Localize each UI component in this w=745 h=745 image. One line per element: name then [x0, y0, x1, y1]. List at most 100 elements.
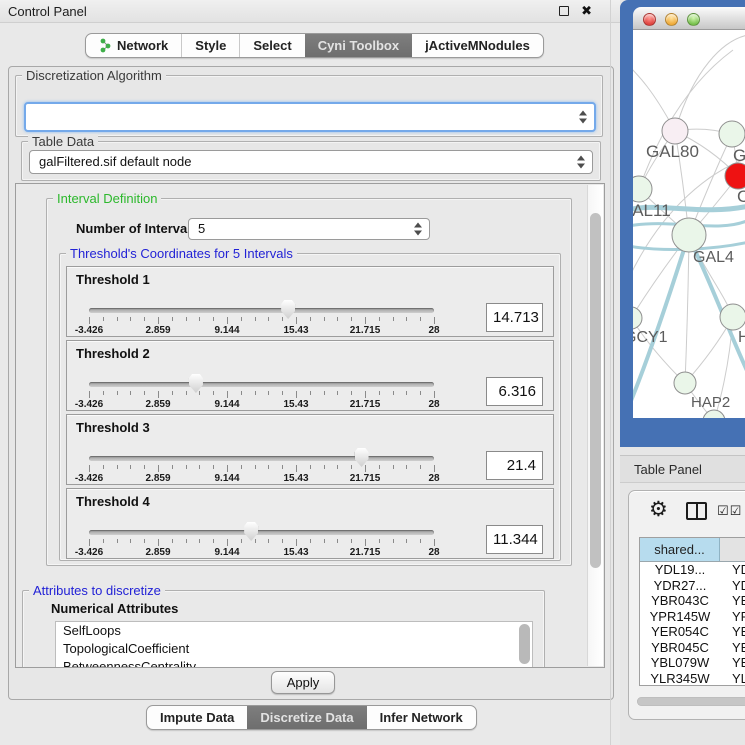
slider-tick-label: 9.144: [214, 399, 239, 410]
tab-cyni-toolbox[interactable]: Cyni Toolbox: [305, 34, 412, 57]
table-row[interactable]: YDL19...YDL1: [640, 562, 745, 578]
table-cell-shared-name[interactable]: YBL079W: [640, 655, 720, 671]
table-cell-shared-name[interactable]: YBR043C: [640, 593, 720, 609]
close-traffic-light[interactable]: [643, 13, 656, 26]
table-cell-name[interactable]: YBR0: [720, 593, 745, 609]
slider-track[interactable]: [89, 530, 434, 535]
table-row[interactable]: YDR27...YDR2: [640, 578, 745, 594]
table-cell-name[interactable]: YPR1: [720, 609, 745, 625]
table-cell-name[interactable]: YDR2: [720, 578, 745, 594]
tab-discretize-data[interactable]: Discretize Data: [247, 706, 366, 729]
table-row[interactable]: YBR045CYBR0: [640, 640, 745, 656]
float-window-icon[interactable]: [559, 6, 569, 16]
tab-impute-data[interactable]: Impute Data: [147, 706, 247, 729]
slider-tick: [117, 391, 118, 395]
table-panel-header: Table Panel: [620, 455, 745, 483]
network-window-titlebar[interactable]: [633, 7, 745, 30]
table-cell-shared-name[interactable]: YER054C: [640, 624, 720, 640]
slider-tick: [199, 465, 200, 469]
attribute-list-item[interactable]: SelfLoops: [56, 622, 532, 640]
network-edge[interactable]: [685, 235, 689, 383]
table-cell-name[interactable]: YBR0: [720, 640, 745, 656]
select-columns-icon[interactable]: ☑☑: [717, 503, 742, 519]
tab-network[interactable]: Network: [86, 34, 181, 57]
table-data-group-title: Table Data: [28, 134, 98, 149]
network-edge[interactable]: [639, 50, 733, 189]
table-row[interactable]: YPR145WYPR1: [640, 609, 745, 625]
network-node[interactable]: [672, 218, 706, 252]
network-edge[interactable]: [675, 35, 745, 131]
tab-select[interactable]: Select: [239, 34, 304, 57]
attribute-list-item[interactable]: TopologicalCoefficient: [56, 640, 532, 658]
network-node[interactable]: [633, 307, 642, 329]
table-cell-shared-name[interactable]: YPR145W: [640, 609, 720, 625]
tab-jactivemnodules[interactable]: jActiveMNodules: [412, 34, 543, 57]
threshold-slider[interactable]: -3.4262.8599.14415.4321.71528: [89, 341, 434, 410]
slider-track[interactable]: [89, 382, 434, 387]
threshold-slider[interactable]: -3.4262.8599.14415.4321.71528: [89, 489, 434, 558]
threshold-value-field[interactable]: 21.4: [486, 451, 543, 480]
threshold-value-field[interactable]: 14.713: [486, 303, 543, 332]
control-panel: Control Panel ✖ Network Style Select Cyn…: [0, 0, 620, 745]
slider-thumb[interactable]: [355, 448, 369, 467]
slider-tick-label: 28: [428, 399, 439, 410]
numerical-attributes-list[interactable]: SelfLoopsTopologicalCoefficientBetweenne…: [55, 621, 533, 668]
slider-tick: [227, 465, 228, 472]
table-row[interactable]: YBR043CYBR0: [640, 593, 745, 609]
table-row[interactable]: YER054CYER0: [640, 624, 745, 640]
table-data-combobox[interactable]: galFiltered.sif default node: [29, 150, 593, 174]
slider-tick: [337, 539, 338, 543]
minimize-traffic-light[interactable]: [665, 13, 678, 26]
slider-track[interactable]: [89, 308, 434, 313]
algorithm-combobox[interactable]: [24, 102, 596, 132]
vertical-scrollbar[interactable]: [587, 185, 603, 666]
table-row[interactable]: YBL079WYBL0: [640, 655, 745, 671]
slider-tick-label: 2.859: [145, 547, 170, 558]
threshold-slider[interactable]: -3.4262.8599.14415.4321.71528: [89, 415, 434, 484]
network-node[interactable]: [719, 121, 745, 147]
column-header-shared-name[interactable]: shared...: [640, 538, 720, 561]
threshold-value-field[interactable]: 11.344: [486, 525, 543, 554]
panel-divider[interactable]: [610, 0, 611, 745]
table-cell-name[interactable]: YBL0: [720, 655, 745, 671]
table-cell-name[interactable]: YLR3: [720, 671, 745, 687]
table-cell-name[interactable]: YDL1: [720, 562, 745, 578]
threshold-slider[interactable]: -3.4262.8599.14415.4321.71528: [89, 267, 434, 336]
table-cell-shared-name[interactable]: YBR045C: [640, 640, 720, 656]
split-columns-icon[interactable]: [686, 502, 707, 520]
tab-style[interactable]: Style: [181, 34, 239, 57]
table-cell-shared-name[interactable]: YDL19...: [640, 562, 720, 578]
threshold-value-field[interactable]: 6.316: [486, 377, 543, 406]
scrollbar-thumb[interactable]: [590, 213, 601, 568]
slider-tick: [227, 317, 228, 324]
slider-thumb[interactable]: [281, 300, 295, 319]
close-icon[interactable]: ✖: [581, 6, 592, 16]
slider-thumb[interactable]: [244, 522, 258, 541]
bottom-tab-bar: Impute Data Discretize Data Infer Networ…: [146, 705, 477, 730]
network-node[interactable]: [662, 118, 688, 144]
table-cell-shared-name[interactable]: YDR27...: [640, 578, 720, 594]
combo-stepper-icon: [579, 111, 588, 124]
table-cell-name[interactable]: YER0: [720, 624, 745, 640]
control-panel-title: Control Panel: [8, 4, 87, 19]
threshold-panel: Threshold 3-3.4262.8599.14415.4321.71528…: [66, 414, 554, 485]
network-node[interactable]: [720, 304, 745, 330]
zoom-traffic-light[interactable]: [687, 13, 700, 26]
slider-tick: [130, 391, 131, 395]
table-row[interactable]: YLR345WYLR3: [640, 671, 745, 687]
slider-thumb[interactable]: [189, 374, 203, 393]
horizontal-scrollbar-thumb[interactable]: [637, 697, 745, 706]
list-scrollbar-thumb[interactable]: [519, 624, 530, 664]
slider-tick: [144, 539, 145, 543]
table-cell-shared-name[interactable]: YLR345W: [640, 671, 720, 687]
column-header-name[interactable]: n: [720, 538, 745, 561]
gear-icon[interactable]: ⚙: [649, 497, 668, 522]
tab-infer-network[interactable]: Infer Network: [367, 706, 476, 729]
slider-track[interactable]: [89, 456, 434, 461]
attribute-list-item[interactable]: BetweennessCentrality: [56, 658, 532, 668]
apply-button[interactable]: Apply: [271, 671, 335, 694]
network-node[interactable]: [674, 372, 696, 394]
number-of-intervals-spinner[interactable]: 5: [188, 218, 430, 240]
spinner-stepper-icon: [414, 223, 423, 236]
network-canvas[interactable]: GAL80GACGAL11GAL4GCY1HHAP2: [633, 30, 745, 418]
